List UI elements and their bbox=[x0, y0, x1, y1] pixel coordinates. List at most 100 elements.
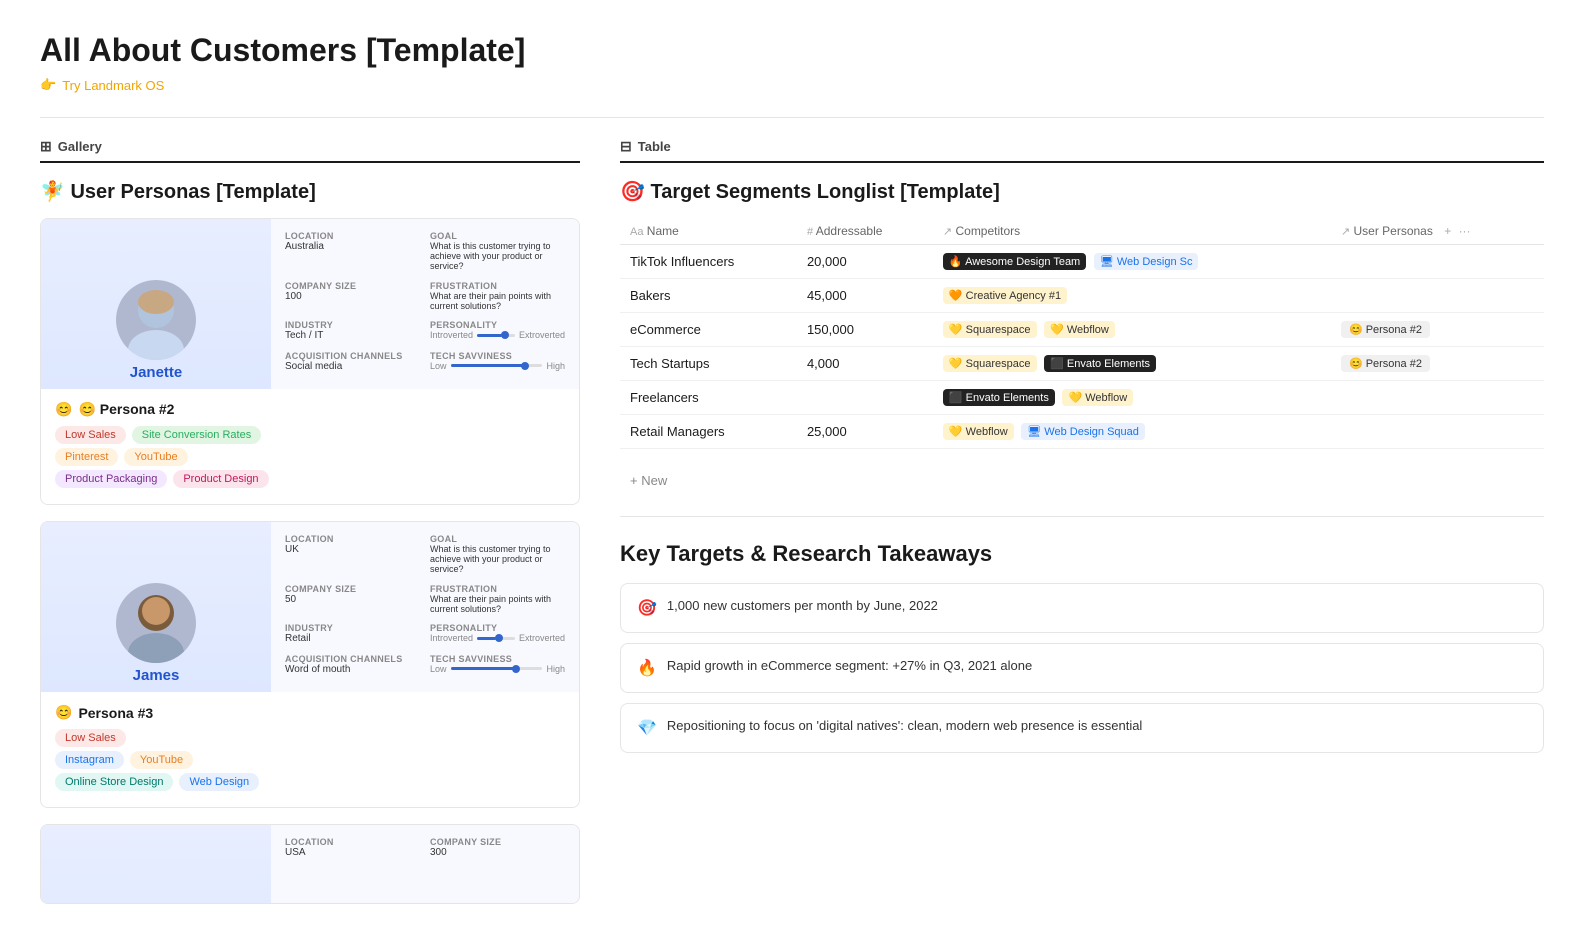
main-layout: ⊞ Gallery 🧚 User Personas [Template] Ja bbox=[40, 138, 1544, 920]
subtitle-link[interactable]: 👉 Try Landmark OS bbox=[40, 77, 1544, 93]
tags-row-3-janette: Product Packaging Product Design bbox=[55, 470, 565, 488]
table-label: Table bbox=[638, 139, 671, 154]
tag-web-design[interactable]: Web Design bbox=[179, 773, 259, 791]
cell-name-bakers: Bakers bbox=[620, 279, 797, 313]
avatar-section-partial bbox=[41, 825, 271, 904]
prop-frustration-j: Frustration What are their pain points w… bbox=[430, 584, 565, 620]
gallery-section-header: ⊞ Gallery bbox=[40, 138, 580, 163]
comp-envato-f: ⬛ Envato Elements bbox=[943, 389, 1055, 406]
col-addressable: # Addressable bbox=[797, 218, 933, 245]
cell-personas-freelancers bbox=[1331, 381, 1544, 415]
persona-footer-james: 😊Persona #3 Low Sales Instagram YouTube … bbox=[41, 692, 579, 807]
cell-addr-tech: 4,000 bbox=[797, 347, 933, 381]
cell-addr-bakers: 45,000 bbox=[797, 279, 933, 313]
persona-subname-janette: 😊😊 Persona #2 bbox=[55, 401, 565, 418]
table-row-ecommerce[interactable]: eCommerce 150,000 💛 Squarespace 💛 Webflo… bbox=[620, 313, 1544, 347]
prop-goal-j: Goal What is this customer trying to ach… bbox=[430, 534, 565, 580]
prop-tech-james: Tech savviness Low High bbox=[430, 654, 565, 681]
tags-row-3-james: Online Store Design Web Design bbox=[55, 773, 565, 791]
target-icon-1: 🎯 bbox=[637, 598, 657, 618]
target-icon-3: 💎 bbox=[637, 718, 657, 738]
prop-personality-james: Personality Introverted Extroverted bbox=[430, 623, 565, 650]
table-row-techstartups[interactable]: Tech Startups 4,000 💛 Squarespace ⬛ Enva… bbox=[620, 347, 1544, 381]
tags-row-2-janette: Pinterest YouTube bbox=[55, 448, 565, 466]
persona-card-inner-partial: Location USA Company size 300 bbox=[41, 825, 579, 904]
target-item-1: 🎯 1,000 new customers per month by June,… bbox=[620, 583, 1544, 633]
avatar-james bbox=[116, 583, 196, 663]
target-icon-2: 🔥 bbox=[637, 658, 657, 678]
tag-online-store-design[interactable]: Online Store Design bbox=[55, 773, 173, 791]
cell-comp-tiktok: 🔥 Awesome Design Team 🖥 Web Design Sc bbox=[933, 245, 1331, 279]
cell-comp-ecommerce: 💛 Squarespace 💛 Webflow bbox=[933, 313, 1331, 347]
tags-row-1-janette: Low Sales Site Conversion Rates bbox=[55, 426, 565, 444]
cell-comp-retail: 💛 Webflow 🖥 Web Design Squad bbox=[933, 415, 1331, 449]
persona-props-janette: Location Australia Goal What is this cus… bbox=[271, 219, 579, 389]
persona-props-partial: Location USA Company size 300 bbox=[271, 825, 579, 904]
cell-name-freelancers: Freelancers bbox=[620, 381, 797, 415]
landmark-os-link[interactable]: Try Landmark OS bbox=[62, 78, 164, 93]
target-text-1: 1,000 new customers per month by June, 2… bbox=[667, 598, 938, 613]
prop-location-j: Location UK bbox=[285, 534, 420, 580]
table-section-header: ⊟ Table bbox=[620, 138, 1544, 163]
tag-low-sales-james[interactable]: Low Sales bbox=[55, 729, 126, 747]
table-row-retail[interactable]: Retail Managers 25,000 💛 Webflow 🖥 Web D… bbox=[620, 415, 1544, 449]
cell-addr-freelancers bbox=[797, 381, 933, 415]
target-item-2: 🔥 Rapid growth in eCommerce segment: +27… bbox=[620, 643, 1544, 693]
page-title: All About Customers [Template] bbox=[40, 32, 1544, 69]
comp-envato-t: ⬛ Envato Elements bbox=[1044, 355, 1156, 372]
persona-props-james: Location UK Goal What is this customer t… bbox=[271, 522, 579, 692]
persona-card-partial[interactable]: Location USA Company size 300 bbox=[40, 824, 580, 904]
avatar-janette bbox=[116, 280, 196, 360]
prop-frustration: Frustration What are their pain points w… bbox=[430, 281, 565, 317]
tags-row-1-james: Low Sales bbox=[55, 729, 565, 747]
tag-site-conversion[interactable]: Site Conversion Rates bbox=[132, 426, 261, 444]
cell-addr-tiktok: 20,000 bbox=[797, 245, 933, 279]
tag-instagram[interactable]: Instagram bbox=[55, 751, 124, 769]
tag-youtube-j[interactable]: YouTube bbox=[124, 448, 187, 466]
comp-awesome: 🔥 Awesome Design Team bbox=[943, 253, 1086, 270]
persona-badge-t: 😊 Persona #2 bbox=[1341, 355, 1430, 372]
tags-row-2-james: Instagram YouTube bbox=[55, 751, 565, 769]
comp-webflow-r: 💛 Webflow bbox=[943, 423, 1014, 440]
prop-personality-j: Personality Introverted Extroverted bbox=[430, 320, 565, 347]
prop-acquisition-j: Acquisition channels Social media bbox=[285, 351, 420, 378]
tag-pinterest[interactable]: Pinterest bbox=[55, 448, 118, 466]
persona-card-janette[interactable]: Janette Location Australia Goal What is … bbox=[40, 218, 580, 505]
table-row-bakers[interactable]: Bakers 45,000 🧡 Creative Agency #1 bbox=[620, 279, 1544, 313]
cell-name-ecommerce: eCommerce bbox=[620, 313, 797, 347]
tag-low-sales-j[interactable]: Low Sales bbox=[55, 426, 126, 444]
tag-youtube-james[interactable]: YouTube bbox=[130, 751, 193, 769]
cell-personas-bakers bbox=[1331, 279, 1544, 313]
table-header-row: Aa Name # Addressable ↗ Competitors ↗ Us… bbox=[620, 218, 1544, 245]
col-user-personas: ↗ User Personas + ··· bbox=[1331, 218, 1544, 245]
target-item-3: 💎 Repositioning to focus on 'digital nat… bbox=[620, 703, 1544, 753]
cell-personas-tech: 😊 Persona #2 bbox=[1331, 347, 1544, 381]
segments-table: Aa Name # Addressable ↗ Competitors ↗ Us… bbox=[620, 218, 1544, 449]
cell-comp-freelancers: ⬛ Envato Elements 💛 Webflow bbox=[933, 381, 1331, 415]
table-row-tiktok[interactable]: TikTok Influencers 20,000 🔥 Awesome Desi… bbox=[620, 245, 1544, 279]
target-text-2: Rapid growth in eCommerce segment: +27% … bbox=[667, 658, 1032, 673]
comp-squarespace-e: 💛 Squarespace bbox=[943, 321, 1037, 338]
tag-product-design[interactable]: Product Design bbox=[173, 470, 268, 488]
col-competitors: ↗ Competitors bbox=[933, 218, 1331, 245]
prop-location: Location Australia bbox=[285, 231, 420, 277]
prop-compsize-j: Company size 50 bbox=[285, 584, 420, 620]
persona-name-janette: Janette bbox=[130, 364, 183, 381]
persona-card-inner-janette: Janette Location Australia Goal What is … bbox=[41, 219, 579, 389]
prop-goal: Goal What is this customer trying to ach… bbox=[430, 231, 565, 277]
comp-webdesign-sq: 🖥 Web Design Sc bbox=[1094, 253, 1199, 270]
tag-product-packaging[interactable]: Product Packaging bbox=[55, 470, 167, 488]
persona-card-james[interactable]: James Location UK Goal What is this cust… bbox=[40, 521, 580, 808]
comp-squarespace-t: 💛 Squarespace bbox=[943, 355, 1037, 372]
gallery-label: Gallery bbox=[58, 139, 102, 154]
add-new-button[interactable]: + New bbox=[620, 465, 1544, 496]
table-row-freelancers[interactable]: Freelancers ⬛ Envato Elements 💛 Webflow bbox=[620, 381, 1544, 415]
comp-webflow-f: 💛 Webflow bbox=[1062, 389, 1133, 406]
key-targets-title: Key Targets & Research Takeaways bbox=[620, 541, 1544, 567]
prop-tech-j: Tech savviness Low High bbox=[430, 351, 565, 378]
gallery-title: 🧚 User Personas [Template] bbox=[40, 179, 580, 204]
right-panel: ⊟ Table 🎯 Target Segments Longlist [Temp… bbox=[620, 138, 1544, 920]
persona-footer-janette: 😊😊 Persona #2 Low Sales Site Conversion … bbox=[41, 389, 579, 504]
cell-name-tech: Tech Startups bbox=[620, 347, 797, 381]
persona-card-inner-james: James Location UK Goal What is this cust… bbox=[41, 522, 579, 692]
